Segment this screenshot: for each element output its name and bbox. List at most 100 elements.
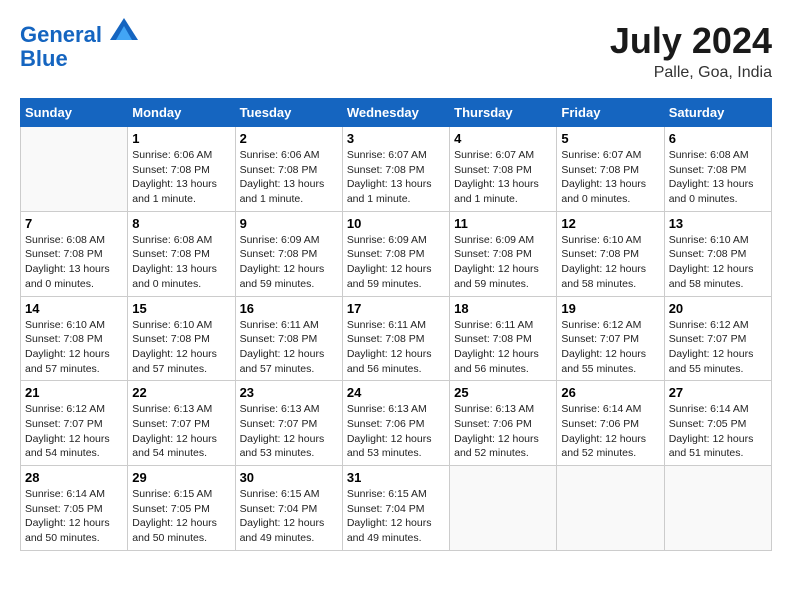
col-header-monday: Monday (128, 99, 235, 127)
day-cell (450, 466, 557, 551)
day-number: 12 (561, 216, 659, 231)
day-number: 4 (454, 131, 552, 146)
day-cell: 27 Sunrise: 6:14 AM Sunset: 7:05 PM Dayli… (664, 381, 771, 466)
day-number: 1 (132, 131, 230, 146)
day-cell: 31Sunrise: 6:15 AM Sunset: 7:04 PM Dayli… (342, 466, 449, 551)
col-header-tuesday: Tuesday (235, 99, 342, 127)
col-header-sunday: Sunday (21, 99, 128, 127)
header-row: SundayMondayTuesdayWednesdayThursdayFrid… (21, 99, 772, 127)
day-number: 14 (25, 301, 123, 316)
col-header-friday: Friday (557, 99, 664, 127)
day-number: 22 (132, 385, 230, 400)
day-cell: 16 Sunrise: 6:11 AM Sunset: 7:08 PM Dayli… (235, 296, 342, 381)
page-header: General Blue July 2024 Palle, Goa, India (20, 20, 772, 82)
subtitle: Palle, Goa, India (610, 64, 772, 82)
day-info: Sunrise: 6:15 AM Sunset: 7:04 PM Dayligh… (240, 487, 338, 546)
col-header-thursday: Thursday (450, 99, 557, 127)
day-info: Sunrise: 6:13 AM Sunset: 7:07 PM Dayligh… (132, 402, 230, 461)
day-number: 24 (347, 385, 445, 400)
day-info: Sunrise: 6:09 AM Sunset: 7:08 PM Dayligh… (240, 233, 338, 292)
day-info: Sunrise: 6:11 AM Sunset: 7:08 PM Dayligh… (240, 318, 338, 377)
calendar-table: SundayMondayTuesdayWednesdayThursdayFrid… (20, 98, 772, 551)
day-info: Sunrise: 6:06 AM Sunset: 7:08 PM Dayligh… (240, 148, 338, 207)
week-row-4: 28Sunrise: 6:14 AM Sunset: 7:05 PM Dayli… (21, 466, 772, 551)
day-number: 17 (347, 301, 445, 316)
day-info: Sunrise: 6:11 AM Sunset: 7:08 PM Dayligh… (454, 318, 552, 377)
day-info: Sunrise: 6:12 AM Sunset: 7:07 PM Dayligh… (669, 318, 767, 377)
day-cell: 5Sunrise: 6:07 AM Sunset: 7:08 PM Daylig… (557, 127, 664, 212)
week-row-0: 1 Sunrise: 6:06 AM Sunset: 7:08 PM Daylig… (21, 127, 772, 212)
day-number: 25 (454, 385, 552, 400)
day-cell: 13 Sunrise: 6:10 AM Sunset: 7:08 PM Dayli… (664, 211, 771, 296)
day-number: 2 (240, 131, 338, 146)
day-number: 27 (669, 385, 767, 400)
day-cell: 18 Sunrise: 6:11 AM Sunset: 7:08 PM Dayli… (450, 296, 557, 381)
day-info: Sunrise: 6:15 AM Sunset: 7:04 PM Dayligh… (347, 487, 445, 546)
day-cell: 29 Sunrise: 6:15 AM Sunset: 7:05 PM Dayli… (128, 466, 235, 551)
day-cell: 12 Sunrise: 6:10 AM Sunset: 7:08 PM Dayli… (557, 211, 664, 296)
week-row-2: 14 Sunrise: 6:10 AM Sunset: 7:08 PM Dayli… (21, 296, 772, 381)
col-header-saturday: Saturday (664, 99, 771, 127)
week-row-1: 7 Sunrise: 6:08 AM Sunset: 7:08 PM Daylig… (21, 211, 772, 296)
day-cell (557, 466, 664, 551)
day-cell: 10Sunrise: 6:09 AM Sunset: 7:08 PM Dayli… (342, 211, 449, 296)
day-cell (664, 466, 771, 551)
day-cell: 4Sunrise: 6:07 AM Sunset: 7:08 PM Daylig… (450, 127, 557, 212)
week-row-3: 21Sunrise: 6:12 AM Sunset: 7:07 PM Dayli… (21, 381, 772, 466)
main-title: July 2024 (610, 20, 772, 62)
day-cell: 23Sunrise: 6:13 AM Sunset: 7:07 PM Dayli… (235, 381, 342, 466)
day-cell: 9Sunrise: 6:09 AM Sunset: 7:08 PM Daylig… (235, 211, 342, 296)
day-cell: 17 Sunrise: 6:11 AM Sunset: 7:08 PM Dayli… (342, 296, 449, 381)
day-info: Sunrise: 6:10 AM Sunset: 7:08 PM Dayligh… (669, 233, 767, 292)
day-cell: 24 Sunrise: 6:13 AM Sunset: 7:06 PM Dayli… (342, 381, 449, 466)
day-number: 23 (240, 385, 338, 400)
day-cell: 21Sunrise: 6:12 AM Sunset: 7:07 PM Dayli… (21, 381, 128, 466)
day-cell (21, 127, 128, 212)
day-info: Sunrise: 6:09 AM Sunset: 7:08 PM Dayligh… (454, 233, 552, 292)
day-info: Sunrise: 6:12 AM Sunset: 7:07 PM Dayligh… (561, 318, 659, 377)
day-info: Sunrise: 6:15 AM Sunset: 7:05 PM Dayligh… (132, 487, 230, 546)
day-number: 5 (561, 131, 659, 146)
col-header-wednesday: Wednesday (342, 99, 449, 127)
day-info: Sunrise: 6:13 AM Sunset: 7:06 PM Dayligh… (347, 402, 445, 461)
day-cell: 7 Sunrise: 6:08 AM Sunset: 7:08 PM Daylig… (21, 211, 128, 296)
day-number: 7 (25, 216, 123, 231)
day-number: 19 (561, 301, 659, 316)
day-cell: 6Sunrise: 6:08 AM Sunset: 7:08 PM Daylig… (664, 127, 771, 212)
day-info: Sunrise: 6:09 AM Sunset: 7:08 PM Dayligh… (347, 233, 445, 292)
day-cell: 8 Sunrise: 6:08 AM Sunset: 7:08 PM Daylig… (128, 211, 235, 296)
day-number: 21 (25, 385, 123, 400)
day-number: 13 (669, 216, 767, 231)
logo-text: General Blue (20, 20, 138, 71)
day-number: 11 (454, 216, 552, 231)
day-number: 18 (454, 301, 552, 316)
day-info: Sunrise: 6:10 AM Sunset: 7:08 PM Dayligh… (561, 233, 659, 292)
day-cell: 28Sunrise: 6:14 AM Sunset: 7:05 PM Dayli… (21, 466, 128, 551)
day-info: Sunrise: 6:08 AM Sunset: 7:08 PM Dayligh… (669, 148, 767, 207)
day-info: Sunrise: 6:14 AM Sunset: 7:05 PM Dayligh… (669, 402, 767, 461)
day-number: 16 (240, 301, 338, 316)
day-cell: 2 Sunrise: 6:06 AM Sunset: 7:08 PM Daylig… (235, 127, 342, 212)
day-info: Sunrise: 6:11 AM Sunset: 7:08 PM Dayligh… (347, 318, 445, 377)
day-cell: 11 Sunrise: 6:09 AM Sunset: 7:08 PM Dayli… (450, 211, 557, 296)
day-info: Sunrise: 6:08 AM Sunset: 7:08 PM Dayligh… (132, 233, 230, 292)
day-number: 30 (240, 470, 338, 485)
logo-general: General (20, 22, 102, 47)
day-info: Sunrise: 6:10 AM Sunset: 7:08 PM Dayligh… (132, 318, 230, 377)
day-cell: 3Sunrise: 6:07 AM Sunset: 7:08 PM Daylig… (342, 127, 449, 212)
day-cell: 15 Sunrise: 6:10 AM Sunset: 7:08 PM Dayli… (128, 296, 235, 381)
day-cell: 19 Sunrise: 6:12 AM Sunset: 7:07 PM Dayli… (557, 296, 664, 381)
day-info: Sunrise: 6:10 AM Sunset: 7:08 PM Dayligh… (25, 318, 123, 377)
day-cell: 14 Sunrise: 6:10 AM Sunset: 7:08 PM Dayli… (21, 296, 128, 381)
day-number: 28 (25, 470, 123, 485)
day-cell: 30 Sunrise: 6:15 AM Sunset: 7:04 PM Dayli… (235, 466, 342, 551)
day-number: 15 (132, 301, 230, 316)
logo-blue: Blue (20, 46, 68, 71)
day-number: 29 (132, 470, 230, 485)
day-info: Sunrise: 6:08 AM Sunset: 7:08 PM Dayligh… (25, 233, 123, 292)
day-number: 3 (347, 131, 445, 146)
day-number: 8 (132, 216, 230, 231)
title-block: July 2024 Palle, Goa, India (610, 20, 772, 82)
day-number: 20 (669, 301, 767, 316)
day-cell: 22 Sunrise: 6:13 AM Sunset: 7:07 PM Dayli… (128, 381, 235, 466)
